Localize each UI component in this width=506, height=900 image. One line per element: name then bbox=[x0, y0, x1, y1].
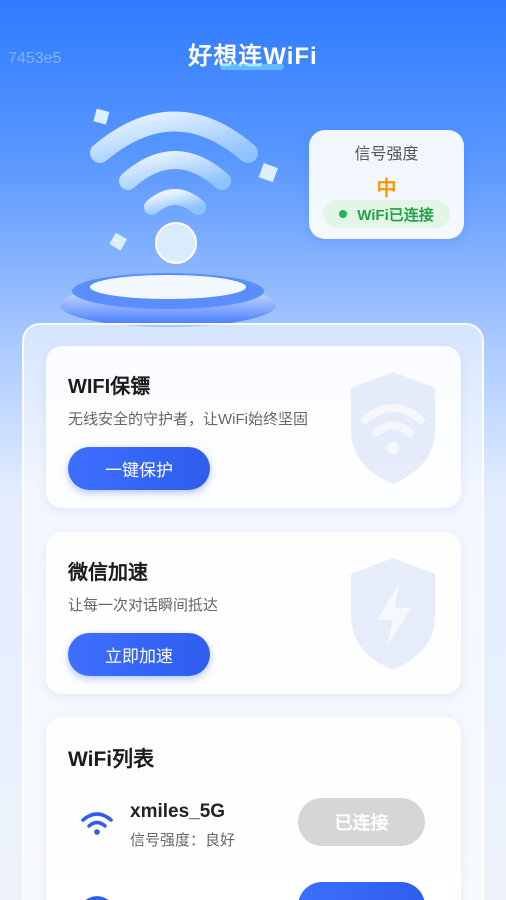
boost-now-button[interactable]: 立即加速 bbox=[68, 633, 210, 676]
card-title: WIFI保镖 bbox=[68, 376, 151, 398]
one-click-protect-button[interactable]: 一键保护 bbox=[68, 447, 210, 490]
signal-level: 中 bbox=[376, 178, 397, 200]
card-title: 微信加速 bbox=[68, 562, 148, 584]
connect-button[interactable] bbox=[298, 882, 425, 900]
wifi-network-row[interactable] bbox=[46, 879, 461, 900]
status-dot-icon bbox=[339, 210, 348, 218]
shield-wifi-icon bbox=[351, 372, 435, 484]
wifi-status-text: WiFi已连接 bbox=[357, 206, 434, 224]
wifi-network-row[interactable]: xmiles_5G 信号强度：良好 已连接 bbox=[46, 795, 461, 855]
wifi-network-signal: 信号强度：良好 bbox=[130, 832, 236, 849]
title-underline bbox=[220, 64, 284, 70]
signal-title: 信号强度 bbox=[354, 146, 419, 163]
shield-bolt-icon bbox=[351, 558, 435, 670]
card-subtitle: 让每一次对话瞬间抵达 bbox=[68, 597, 219, 614]
wifi-hero-icon bbox=[60, 108, 278, 327]
wifi-list-title: WiFi列表 bbox=[68, 748, 155, 771]
signal-card: 信号强度 中 WiFi已连接 bbox=[309, 130, 464, 239]
wifi-status-badge: WiFi已连接 bbox=[323, 200, 450, 228]
wifi-list-card: WiFi列表 xmiles_5G 信号强度：良好 已连接 bbox=[46, 717, 461, 900]
wifi-network-name: xmiles_5G bbox=[130, 801, 226, 822]
wifi-guard-card: WIFI保镖 无线安全的守护者，让WiFi始终坚固 一键保护 bbox=[46, 346, 461, 508]
card-subtitle: 无线安全的守护者，让WiFi始终坚固 bbox=[68, 411, 308, 428]
connected-button[interactable]: 已连接 bbox=[298, 798, 425, 846]
wifi-signal-icon bbox=[85, 896, 109, 900]
wifi-signal-icon bbox=[81, 812, 113, 835]
wifi-hero-illustration bbox=[50, 95, 290, 335]
wechat-boost-card: 微信加速 让每一次对话瞬间抵达 立即加速 bbox=[46, 532, 461, 694]
